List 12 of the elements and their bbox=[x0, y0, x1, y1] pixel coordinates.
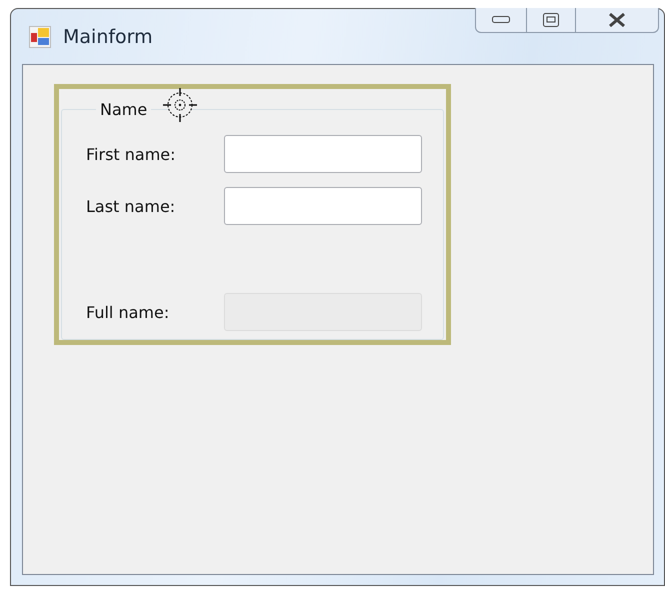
field-label: Last name: bbox=[86, 196, 176, 218]
crosshair-icon bbox=[162, 87, 198, 123]
field-label: First name: bbox=[86, 144, 177, 166]
minimize-icon bbox=[492, 16, 510, 24]
app-icon bbox=[29, 26, 51, 48]
maximize-icon bbox=[543, 13, 559, 27]
text-field[interactable] bbox=[224, 135, 422, 173]
group-legend: Name bbox=[96, 100, 152, 119]
window-title: Mainform bbox=[63, 26, 153, 48]
field-label: Full name: bbox=[86, 302, 170, 324]
close-icon bbox=[608, 13, 626, 27]
text-field[interactable] bbox=[224, 187, 422, 225]
